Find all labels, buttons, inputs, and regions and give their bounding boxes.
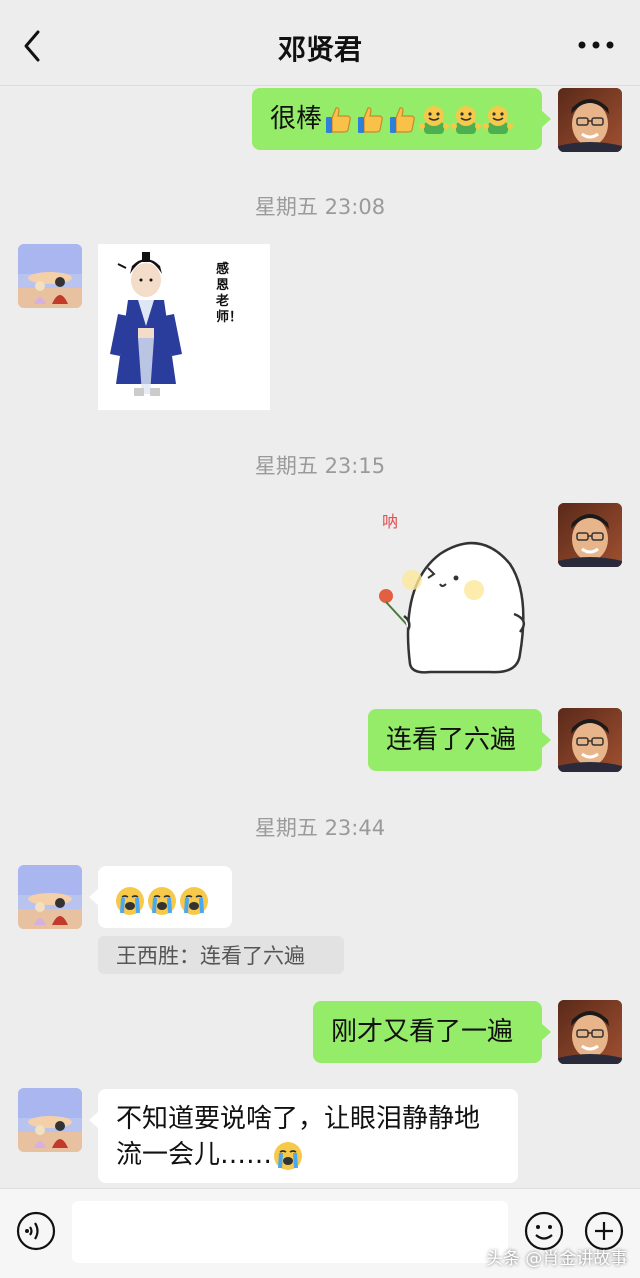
avatar-self[interactable] bbox=[558, 88, 622, 152]
avatar-contact[interactable] bbox=[18, 244, 82, 308]
avatar-contact[interactable] bbox=[18, 1088, 82, 1152]
scholar-figure-icon bbox=[110, 252, 182, 396]
quoted-reply[interactable]: 王西胜：连看了六遍 bbox=[98, 936, 344, 974]
thumbs-up-icon bbox=[322, 104, 354, 136]
chat-title: 邓贤君 bbox=[277, 33, 362, 66]
grin-icon bbox=[482, 104, 514, 136]
crying-face-icon bbox=[272, 1140, 304, 1172]
sticker-seal[interactable]: 呐 bbox=[370, 504, 542, 676]
bubble-tail bbox=[541, 110, 551, 128]
avatar-self[interactable] bbox=[558, 1000, 622, 1064]
grin-icon bbox=[450, 104, 482, 136]
message-text: 连看了六遍 bbox=[386, 725, 517, 755]
bubble-tail bbox=[541, 1023, 551, 1041]
message-input[interactable] bbox=[72, 1201, 508, 1263]
crying-face-icon bbox=[114, 885, 146, 917]
message-text: 不知道要说啥了，让眼泪静静地 bbox=[116, 1104, 481, 1134]
bubble-tail bbox=[541, 731, 551, 749]
avatar-self[interactable] bbox=[558, 708, 622, 772]
timestamp: 星期五 23:44 bbox=[254, 816, 386, 840]
message-bubble[interactable]: 刚才又看了一遍 bbox=[313, 1001, 542, 1063]
message-bubble[interactable] bbox=[98, 866, 232, 928]
grin-icon bbox=[418, 104, 450, 136]
message-text: 很棒 bbox=[270, 104, 323, 134]
sticker-scholar[interactable]: 感恩老师！ bbox=[98, 244, 270, 410]
watermark: 头条 @肖金讲故事 bbox=[486, 1249, 628, 1269]
timestamp: 星期五 23:08 bbox=[254, 195, 386, 219]
crying-face-icon bbox=[146, 885, 178, 917]
message-text: 刚才又看了一遍 bbox=[331, 1017, 514, 1047]
thumbs-up-icon bbox=[354, 104, 386, 136]
timestamp: 星期五 23:15 bbox=[254, 454, 386, 478]
thumbs-up-icon bbox=[386, 104, 418, 136]
chat-header: 邓贤君 bbox=[0, 0, 640, 86]
sticker-caption: 呐 bbox=[382, 512, 399, 531]
bubble-tail bbox=[89, 1111, 99, 1129]
message-bubble[interactable]: 很棒 bbox=[252, 88, 542, 150]
voice-icon[interactable] bbox=[16, 1211, 56, 1251]
bubble-tail bbox=[89, 888, 99, 906]
sticker-caption: 感恩老师！ bbox=[216, 262, 243, 325]
avatar-self[interactable] bbox=[558, 503, 622, 567]
avatar-contact[interactable] bbox=[18, 865, 82, 929]
message-text: 流一会儿…… bbox=[116, 1140, 273, 1170]
message-bubble[interactable]: 不知道要说啥了，让眼泪静静地 流一会儿…… bbox=[98, 1089, 518, 1183]
more-dots-icon[interactable] bbox=[576, 30, 616, 60]
message-bubble[interactable]: 连看了六遍 bbox=[368, 709, 542, 771]
crying-face-icon bbox=[178, 885, 210, 917]
